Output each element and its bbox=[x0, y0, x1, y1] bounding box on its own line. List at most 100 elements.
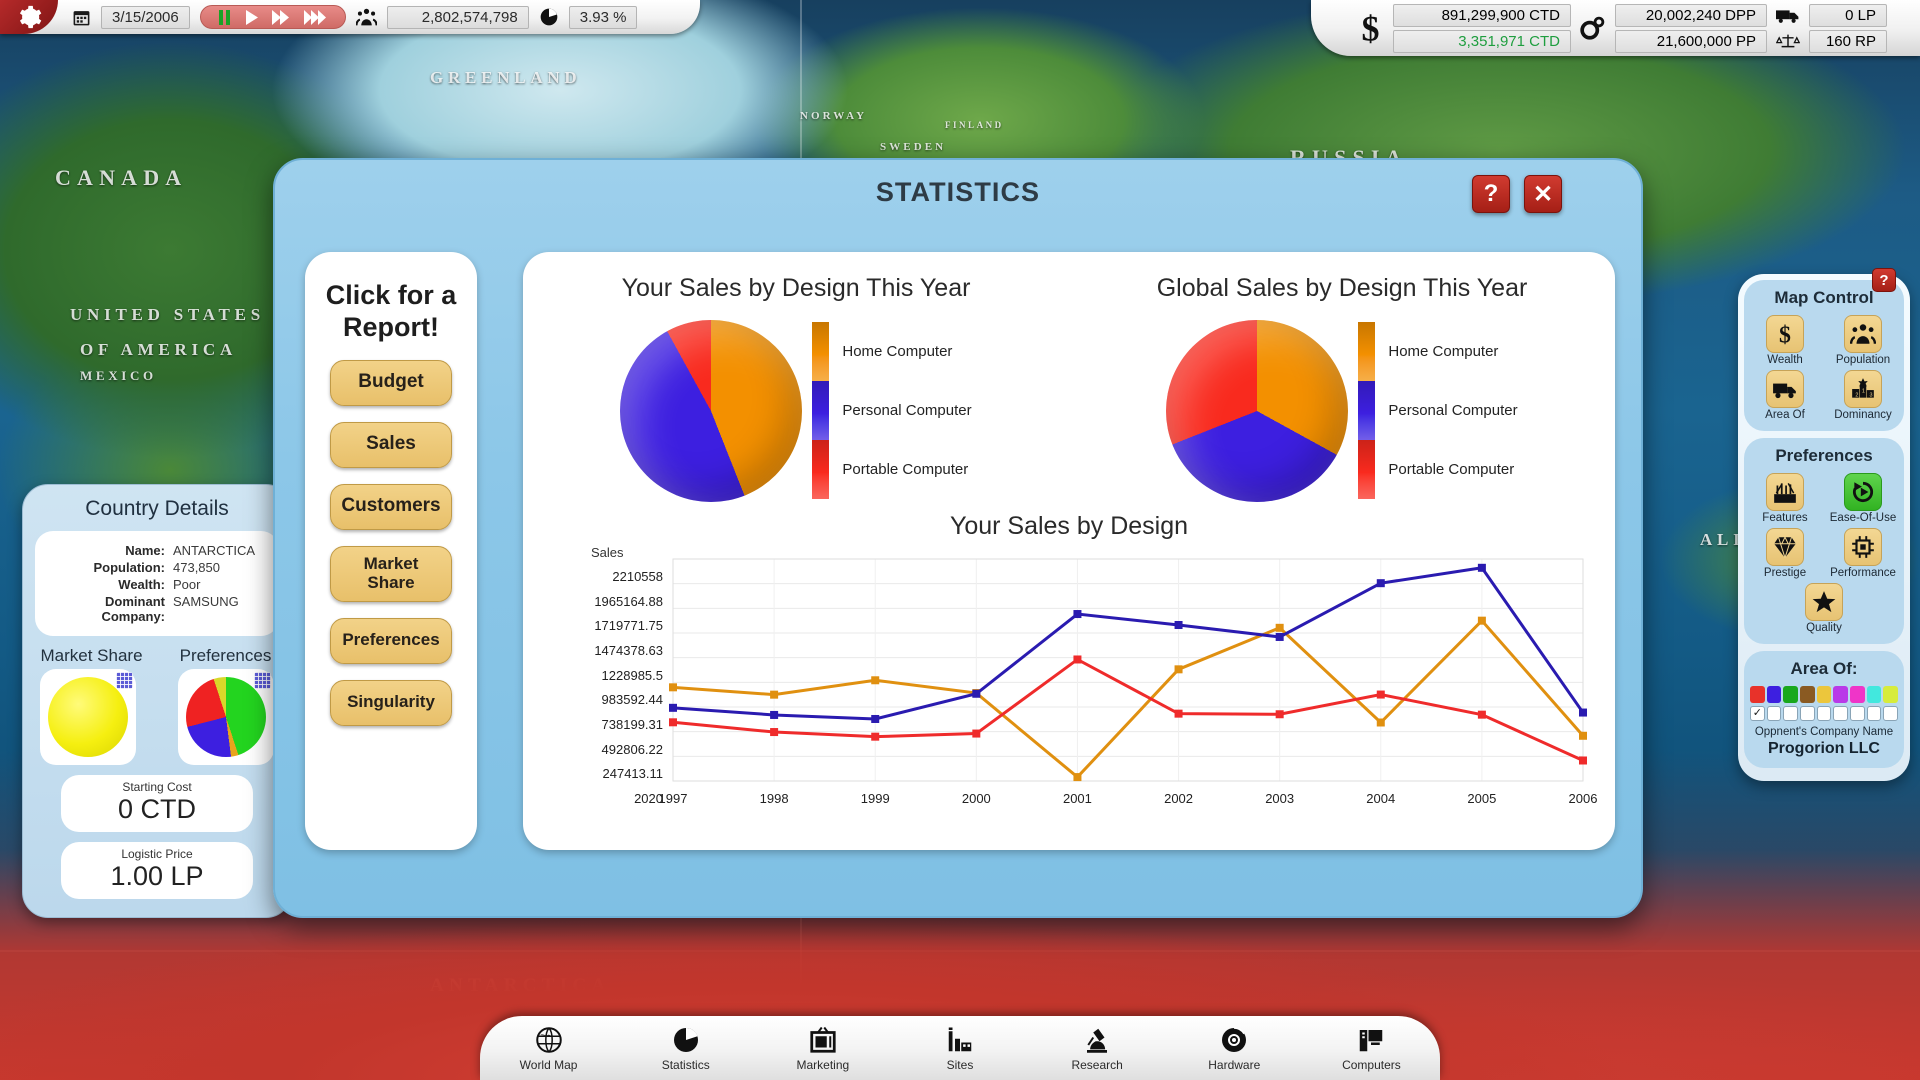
report-budget-button[interactable]: Budget bbox=[330, 359, 452, 406]
people-icon bbox=[355, 8, 377, 25]
pie-chart-global-sales-graphic bbox=[1166, 319, 1349, 502]
rewind-icon bbox=[1853, 481, 1874, 503]
dpp-field: 20,002,240 DPP bbox=[1615, 3, 1767, 27]
country-market-share-grid-icon[interactable] bbox=[116, 672, 134, 689]
y-axis-tick: 2020 bbox=[634, 791, 663, 806]
legend-label: Home Computer bbox=[1388, 343, 1499, 360]
area-of-checkbox[interactable] bbox=[1800, 706, 1815, 721]
taskbar-item-computers[interactable]: Computers bbox=[1315, 1025, 1427, 1072]
area-of-swatch[interactable] bbox=[1833, 686, 1849, 703]
line-chart-y-axis-label: Sales bbox=[591, 545, 624, 560]
logistic-price-label: Logistic Price bbox=[121, 847, 193, 861]
gear-icon bbox=[19, 5, 42, 29]
country-preferences-grid-icon[interactable] bbox=[253, 672, 271, 689]
country-preferences-block: Preferences bbox=[177, 646, 274, 765]
y-axis-tick: 983592.44 bbox=[601, 692, 663, 708]
area-of-checkbox[interactable] bbox=[1783, 706, 1798, 721]
pie-chart-global-sales-title: Global Sales by Design This Year bbox=[1156, 274, 1528, 302]
cash-field: 891,299,900 CTD bbox=[1393, 3, 1571, 27]
x-axis-tick: 1997 bbox=[658, 791, 688, 806]
pie-chart-your-sales-title: Your Sales by Design This Year bbox=[621, 274, 971, 302]
map-control-help-button[interactable]: ? bbox=[1872, 268, 1896, 292]
y-axis-tick: 247413.11 bbox=[602, 766, 664, 782]
report-sales-button[interactable]: Sales bbox=[330, 421, 452, 468]
legend-label: Personal Computer bbox=[1388, 402, 1518, 419]
preference-quality[interactable]: Quality bbox=[1790, 583, 1858, 634]
area-of-swatch[interactable] bbox=[1866, 686, 1882, 703]
y-axis-tick: 738199.31 bbox=[601, 717, 663, 732]
report-market-share-button[interactable]: Market Share bbox=[330, 545, 452, 602]
opponent-company-name: Progorion LLC bbox=[1768, 740, 1880, 757]
preference-performance[interactable]: Performance bbox=[1829, 528, 1897, 579]
gear-cog-icon bbox=[1580, 16, 1605, 40]
taskbar-item-sites[interactable]: Sites bbox=[904, 1025, 1016, 1072]
icon-tile bbox=[1844, 473, 1882, 511]
preference-prestige[interactable]: Prestige bbox=[1751, 528, 1819, 579]
report-singularity-button[interactable]: Singularity bbox=[330, 679, 452, 726]
opponent-company-label: Oppnent's Company Name bbox=[1754, 726, 1894, 738]
statistics-help-button[interactable]: ? bbox=[1472, 175, 1510, 213]
map-control-dominancy[interactable]: 2 1 3 Dominancy bbox=[1829, 370, 1897, 421]
preference-ease-of-use[interactable]: Ease-Of-Use bbox=[1829, 473, 1897, 524]
country-detail-value: SAMSUNG bbox=[173, 594, 239, 609]
taskbar-item-statistics[interactable]: Statistics bbox=[630, 1025, 742, 1072]
area-of-checkbox[interactable] bbox=[1816, 706, 1832, 721]
area-of-checkbox[interactable] bbox=[1866, 706, 1882, 721]
area-of-swatch[interactable] bbox=[1749, 686, 1765, 703]
taskbar-item-label: Marketing bbox=[796, 1057, 850, 1072]
area-of-swatch[interactable] bbox=[1766, 686, 1782, 703]
tv-icon bbox=[810, 1026, 836, 1053]
pie-chart-global-sales: Global Sales by Design This Year Home Co… bbox=[1069, 274, 1615, 502]
map-label: GREENLAND bbox=[430, 68, 582, 87]
y-axis-tick: 1965164.88 bbox=[594, 593, 663, 609]
settings-gear-button[interactable] bbox=[0, 0, 58, 34]
play-button[interactable] bbox=[244, 9, 259, 26]
map-label: OF AMERICA bbox=[80, 340, 237, 359]
country-details-info: Name: ANTARCTICA Population: 473,850 Wealth:… bbox=[35, 531, 279, 636]
map-control-area-of[interactable]: Area Of bbox=[1751, 370, 1819, 421]
legend-label: Portable Computer bbox=[1388, 461, 1515, 478]
area-of-swatch[interactable] bbox=[1800, 686, 1815, 703]
taskbar-item-marketing[interactable]: Marketing bbox=[767, 1025, 879, 1072]
area-of-swatch[interactable] bbox=[1816, 686, 1832, 703]
chip-icon bbox=[1852, 536, 1874, 558]
pie-chart-your-sales-legend: Home Computer Personal Computer Portable C… bbox=[812, 322, 972, 499]
taskbar-item-research[interactable]: Research bbox=[1041, 1025, 1153, 1072]
statistics-close-button[interactable]: ✕ bbox=[1524, 175, 1562, 213]
country-detail-row: Name: ANTARCTICA bbox=[47, 543, 267, 558]
icon-tile bbox=[1805, 583, 1843, 621]
pie-chart-your-sales: Your Sales by Design This Year Home Comp… bbox=[523, 274, 1069, 502]
report-button-list: Budget Sales Customers Market Share Preferenc… bbox=[330, 344, 452, 726]
legend-label: Personal Computer bbox=[842, 402, 972, 419]
area-of-checkbox[interactable] bbox=[1850, 706, 1865, 721]
map-label: NORWAY bbox=[800, 110, 868, 122]
report-preferences-button[interactable]: Preferences bbox=[330, 617, 452, 664]
x-axis-tick: 2006 bbox=[1568, 791, 1598, 806]
area-of-checkbox[interactable]: ✓ bbox=[1749, 706, 1765, 721]
fastest-forward-button[interactable] bbox=[303, 9, 329, 26]
area-of-swatch[interactable] bbox=[1850, 686, 1865, 703]
country-detail-key: Population: bbox=[93, 560, 166, 575]
area-of-swatch[interactable] bbox=[1883, 686, 1899, 703]
map-control-wealth[interactable]: $ Wealth bbox=[1751, 315, 1819, 366]
icon-caption: Ease-Of-Use bbox=[1829, 512, 1897, 524]
country-preferences-pie bbox=[185, 677, 266, 757]
map-control-population[interactable]: Population bbox=[1829, 315, 1897, 366]
preferences-card: Preferences Features Ease-Of-Use Prestige P… bbox=[1744, 438, 1904, 644]
taskbar-item-world-map[interactable]: World Map bbox=[493, 1025, 605, 1072]
fast-forward-button[interactable] bbox=[271, 9, 291, 26]
area-of-checkbox[interactable] bbox=[1766, 706, 1782, 721]
preference-features[interactable]: Features bbox=[1751, 473, 1819, 524]
equator-line bbox=[0, 950, 1920, 952]
area-of-swatch[interactable] bbox=[1783, 686, 1798, 703]
area-of-checkbox[interactable] bbox=[1833, 706, 1849, 721]
country-detail-value: Poor bbox=[173, 577, 201, 592]
pause-button[interactable] bbox=[217, 9, 232, 26]
icon-tile: $ bbox=[1766, 315, 1804, 353]
svg-text:$: $ bbox=[1362, 10, 1380, 46]
icon-tile bbox=[1766, 528, 1804, 566]
area-of-checkbox[interactable] bbox=[1883, 706, 1899, 721]
y-axis-tick: 1474378.63 bbox=[594, 643, 663, 658]
report-customers-button[interactable]: Customers bbox=[330, 483, 452, 530]
taskbar-item-hardware[interactable]: Hardware bbox=[1178, 1025, 1290, 1072]
